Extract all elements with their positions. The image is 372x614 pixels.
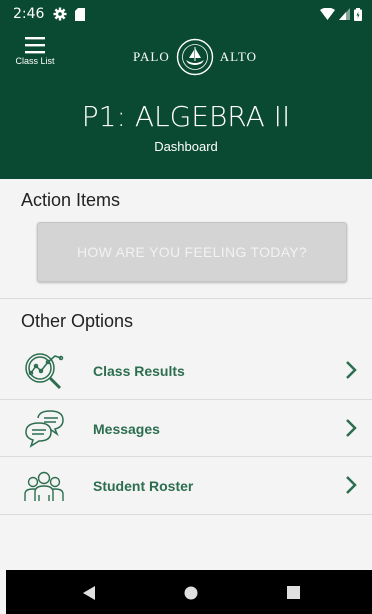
sd-card-icon — [75, 7, 86, 21]
chevron-right-icon — [346, 419, 357, 437]
class-results-label: Class Results — [93, 362, 185, 379]
chart-magnifier-icon — [25, 353, 64, 390]
palo-alto-logo: PALO ALTO — [133, 38, 257, 76]
page-subtitle: Dashboard — [154, 139, 218, 154]
logo-text-right: ALTO — [219, 49, 257, 64]
chat-bubbles-icon — [25, 410, 64, 448]
chevron-right-icon — [346, 476, 357, 494]
status-time: 2:46 — [13, 6, 45, 22]
student-roster-label: Student Roster — [93, 477, 194, 494]
messages-row[interactable]: Messages — [0, 400, 372, 457]
hamburger-menu-icon — [25, 37, 45, 54]
school-seal-icon — [176, 38, 213, 76]
recents-icon[interactable] — [287, 586, 300, 599]
feeling-check-in-button[interactable]: HOW ARE YOU FEELING TODAY? — [37, 222, 347, 282]
back-icon[interactable] — [82, 585, 96, 601]
home-icon[interactable] — [184, 586, 198, 600]
action-items-heading: Action Items — [21, 190, 121, 210]
gear-icon — [53, 7, 67, 21]
status-bar: 2:46 — [0, 0, 372, 28]
page-title: P1: ALGEBRA II — [81, 100, 291, 133]
app-header: Class List PALO ALTO P1: ALGEBRA II Dash… — [0, 28, 372, 179]
chevron-right-icon — [346, 361, 357, 379]
logo-text-left: PALO — [133, 49, 170, 64]
row-divider — [0, 514, 372, 515]
class-results-row[interactable]: Class Results — [0, 342, 372, 399]
section-divider — [0, 298, 372, 299]
system-nav-bar — [6, 570, 372, 614]
student-roster-row[interactable]: Student Roster — [0, 457, 372, 514]
wifi-icon — [320, 8, 335, 20]
people-icon — [24, 471, 64, 501]
class-list-button[interactable]: Class List — [10, 36, 60, 66]
messages-label: Messages — [93, 420, 160, 437]
class-list-label: Class List — [15, 56, 55, 66]
battery-icon — [354, 7, 362, 21]
signal-icon — [339, 8, 350, 20]
other-options-heading: Other Options — [21, 311, 134, 331]
